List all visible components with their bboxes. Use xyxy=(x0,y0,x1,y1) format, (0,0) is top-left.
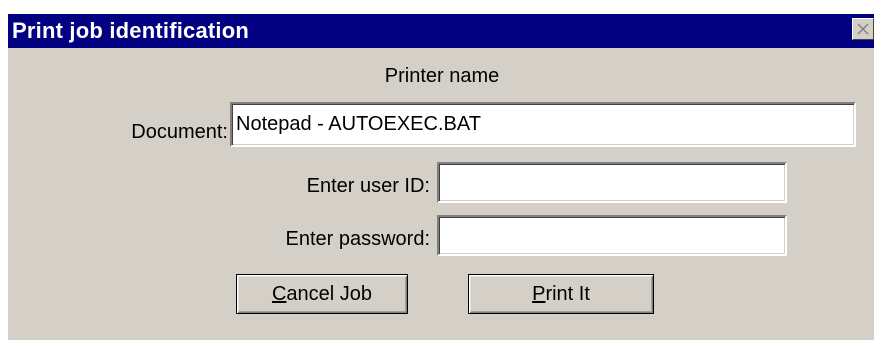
password-label: Enter password: xyxy=(285,228,430,250)
document-label: Document: xyxy=(131,121,228,143)
printer-name-label: Printer name xyxy=(384,65,500,87)
window-title: Print job identification xyxy=(12,18,250,43)
print-it-label: rint It xyxy=(545,283,590,305)
print-it-button[interactable]: Print It xyxy=(468,274,654,314)
print-job-dialog: Print job identification Printer name Do… xyxy=(7,14,874,340)
user-id-field[interactable] xyxy=(437,162,787,203)
document-field[interactable] xyxy=(230,102,856,147)
close-icon xyxy=(857,23,869,35)
cancel-job-mnemonic: C xyxy=(271,283,287,305)
cancel-job-button[interactable]: Cancel Job xyxy=(236,274,408,314)
print-it-mnemonic: P xyxy=(532,283,546,305)
close-button[interactable] xyxy=(852,18,874,40)
cancel-job-label: ancel Job xyxy=(286,283,373,305)
title-bar: Print job identification xyxy=(8,14,874,48)
user-id-label: Enter user ID: xyxy=(306,175,430,197)
password-field[interactable] xyxy=(437,215,787,256)
